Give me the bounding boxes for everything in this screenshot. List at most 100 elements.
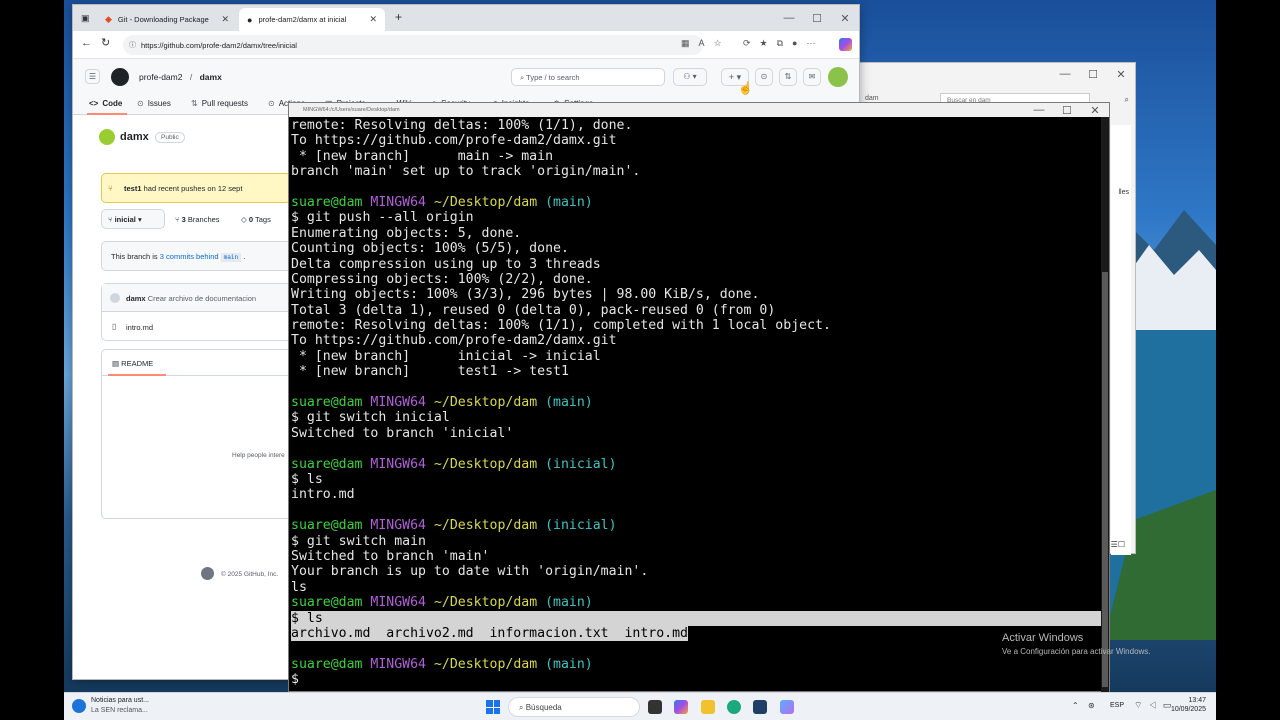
terminal-text: (main) <box>545 595 593 611</box>
pull-requests-icon[interactable]: ⇅ <box>779 68 797 86</box>
terminal-text: ls <box>291 579 307 595</box>
new-tab-button[interactable]: + <box>395 10 402 24</box>
readme-help-text: Help people intere <box>232 452 285 459</box>
terminal-line: suare@dam MINGW64 ~/Desktop/dam (inicial… <box>291 457 1103 472</box>
terminal-text: $ git switch inicial <box>291 410 450 426</box>
terminal-text: suare@dam <box>291 194 371 210</box>
repo-link[interactable]: damx <box>200 72 222 82</box>
tab-issues[interactable]: ⊙ Issues <box>137 99 171 108</box>
inbox-icon[interactable]: ✉ <box>803 68 821 86</box>
terminal-window[interactable]: MINGW64:/c/Users/suare/Desktop/dam — ☐ ✕… <box>288 102 1110 693</box>
task-view-icon[interactable] <box>648 700 662 714</box>
terminal-output[interactable]: remote: Resolving deltas: 100% (1/1), do… <box>291 118 1103 693</box>
issues-icon[interactable]: ⊙ <box>755 68 773 86</box>
behind-link[interactable]: 3 commits behind <box>160 252 219 261</box>
tray-chevron-icon[interactable]: ⌃ <box>1072 701 1079 710</box>
avatar <box>110 293 120 303</box>
maximize-icon[interactable]: ☐ <box>1079 63 1107 85</box>
branches-link[interactable]: ⑂ 3 Branches <box>175 215 220 224</box>
close-icon[interactable]: ✕ <box>831 7 859 29</box>
refresh-icon[interactable]: ↻ <box>101 36 110 49</box>
terminal-line: suare@dam MINGW64 ~/Desktop/dam (main) <box>291 595 1103 610</box>
book-icon: ▤ <box>112 359 122 368</box>
terminal-line: Switched to branch 'main' <box>291 549 1103 564</box>
terminal-text: To https://github.com/profe-dam2/damx.gi… <box>291 133 617 149</box>
scroll-thumb[interactable] <box>1102 272 1108 687</box>
active-tab-indicator <box>87 113 127 115</box>
url-input[interactable]: ⓘ https://github.com/profe-dam2/damx/tre… <box>123 35 703 55</box>
avatar[interactable] <box>828 67 848 87</box>
terminal-text: suare@dam <box>291 395 371 411</box>
tags-link[interactable]: ◇ 0 Tags <box>241 215 271 224</box>
tab-git-download[interactable]: ◆ Git - Downloading Package ✕ <box>97 8 237 31</box>
weather-news-icon[interactable] <box>72 699 86 713</box>
readme-tab[interactable]: ▤ README <box>112 359 153 368</box>
terminal-text: suare@dam <box>291 656 371 672</box>
language-indicator[interactable]: ESP <box>1110 702 1124 709</box>
taskbar-search-input[interactable]: ⌕ Búsqueda <box>508 697 640 717</box>
readme-panel: ▤ README Help people intere <box>101 349 301 519</box>
search-icon: ⌕ <box>1124 95 1129 104</box>
clock[interactable]: 13:47 10/09/2025 <box>1171 697 1206 713</box>
branch-select[interactable]: ⑂ inicial ▾ <box>101 209 165 229</box>
owner-link[interactable]: profe-dam2 <box>139 72 182 82</box>
tab-strip: ▣ ◆ Git - Downloading Package ✕ ● profe-… <box>73 5 859 31</box>
tab-code[interactable]: <> Code <box>89 99 122 108</box>
tab-github-damx[interactable]: ● profe-dam2/damx at inicial ✕ <box>239 8 385 31</box>
menu-icon[interactable]: ☰ <box>85 69 100 84</box>
security-icon[interactable]: ⊛ <box>1088 701 1095 710</box>
view-toggle-icon[interactable]: ☰☐ <box>1111 540 1125 549</box>
tab-actions-icon[interactable]: ▣ <box>81 13 90 24</box>
browser-toolbar-icons[interactable]: ⟳★⧉●⋯ <box>743 38 824 49</box>
window-controls: — ☐ ✕ <box>1051 63 1135 85</box>
minimize-icon[interactable]: — <box>1051 63 1079 85</box>
taskbar-search-label: Búsqueda <box>525 703 562 712</box>
store-icon[interactable] <box>753 700 767 714</box>
behind-branch[interactable]: main <box>220 253 242 262</box>
back-icon[interactable]: ← <box>81 37 92 49</box>
mouse-cursor-icon: ☝ <box>738 81 753 95</box>
github-search-input[interactable]: ⌕ Type / to search <box>511 68 665 86</box>
close-icon[interactable]: ✕ <box>1107 63 1135 85</box>
terminal-text: suare@dam <box>291 456 371 472</box>
close-tab-icon[interactable]: ✕ <box>369 14 377 25</box>
copilot-icon[interactable] <box>674 700 688 714</box>
commit-author[interactable]: damx <box>126 294 146 303</box>
terminal-text: suare@dam <box>291 518 371 534</box>
file-name[interactable]: intro.md <box>126 323 153 332</box>
terminal-scrollbar[interactable] <box>1101 117 1109 693</box>
terminal-text: ~/Desktop/dam <box>433 395 546 411</box>
terminal-line: intro.md <box>291 487 1103 502</box>
news-title[interactable]: Noticias para ust... <box>91 697 149 704</box>
terminal-line: $ ls <box>291 472 1103 487</box>
terminal-text: suare@dam <box>291 595 371 611</box>
terminal-line: suare@dam MINGW64 ~/Desktop/dam (main) <box>291 395 1103 410</box>
code-icon: <> <box>89 99 99 108</box>
behind-notice: This branch is 3 commits behind main . <box>101 241 301 271</box>
news-subtitle[interactable]: La SEN reclama... <box>91 707 148 714</box>
copilot-button[interactable]: ⚇ ▾ <box>673 68 707 86</box>
tab-pull-requests[interactable]: ⇅ Pull requests <box>191 99 248 108</box>
close-tab-icon[interactable]: ✕ <box>221 14 229 25</box>
terminal-text: $ git switch main <box>291 533 426 549</box>
repo-title[interactable]: damx <box>120 131 149 143</box>
maximize-icon[interactable]: ☐ <box>803 7 831 29</box>
commit-message[interactable]: Crear archivo de documentacion <box>148 294 256 303</box>
terminal-text: Switched to branch 'main' <box>291 548 490 564</box>
minimize-icon[interactable]: — <box>775 7 803 29</box>
terminal-text: Compressing objects: 100% (2/2), done. <box>291 271 593 287</box>
terminal-text: Writing objects: 100% (3/3), 296 bytes |… <box>291 287 760 303</box>
github-logo-icon[interactable] <box>111 68 129 86</box>
terminal-line: To https://github.com/profe-dam2/damx.gi… <box>291 133 1103 148</box>
file-explorer-icon[interactable] <box>701 700 715 714</box>
address-bar-actions[interactable]: ▦A☆ <box>681 38 731 49</box>
copilot-icon[interactable] <box>839 38 852 51</box>
list-item[interactable]: ▯ intro.md <box>102 313 300 341</box>
start-icon[interactable] <box>486 700 500 714</box>
github-header: ☰ profe-dam2 / damx ⌕ Type / to search ⚇… <box>73 59 859 95</box>
git-bash-icon[interactable] <box>780 700 794 714</box>
terminal-line: * [new branch] inicial -> inicial <box>291 349 1103 364</box>
edge-browser-icon[interactable] <box>727 700 741 714</box>
terminal-line: Your branch is up to date with 'origin/m… <box>291 564 1103 579</box>
